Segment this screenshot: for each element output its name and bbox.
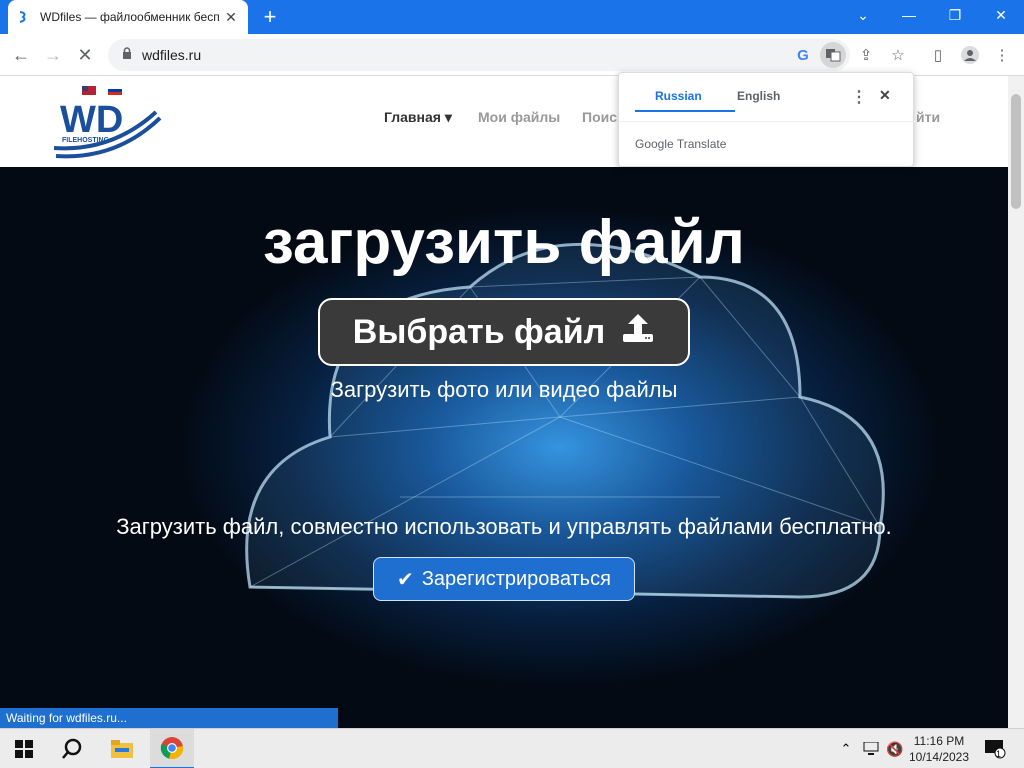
restore-button[interactable]: ❐ [932,0,978,30]
register-button[interactable]: ✔ Зарегистрироваться [373,557,635,601]
clock-time: 11:16 PM [913,734,965,748]
volume-muted-icon[interactable]: 🔇 [884,729,906,768]
notification-count: 1 [996,749,1002,759]
translate-icon[interactable] [820,42,846,68]
browser-toolbar: ← → ✕ wdfiles.ru G ⇪ ☆ ▯ ⋮ [0,34,1024,76]
hero-description: Загрузить файл, совместно использовать и… [116,514,892,539]
choose-file-button[interactable]: Выбрать файл [318,298,690,366]
system-clock[interactable]: 11:16 PM 10/14/2023 [904,733,974,765]
nav-my-files[interactable]: Мои файлы [478,109,560,125]
notification-icon[interactable]: 1 [980,729,1010,768]
translate-close-icon[interactable]: ✕ [879,87,891,104]
upload-icon [621,312,655,353]
translate-brand: Google Translate [635,137,727,151]
translate-options-icon[interactable]: ⋮ [851,87,867,107]
google-icon[interactable]: G [790,42,816,68]
nav-login[interactable]: йти [916,109,940,125]
status-bar: Waiting for wdfiles.ru... [0,708,338,728]
site-logo[interactable]: WD FILEHOSTING [52,82,164,164]
translate-popup: Russian English ⋮ ✕ Google Translate [618,72,915,167]
lock-icon [122,46,132,64]
svg-text:WD: WD [60,99,123,141]
profile-avatar-icon[interactable] [957,42,983,68]
share-icon[interactable]: ⇪ [853,42,879,68]
address-bar[interactable]: wdfiles.ru [108,39,850,71]
page-content: WD FILEHOSTING Главная ▾ Мои файлы Поиск… [0,76,1008,728]
site-favicon-icon [16,9,32,25]
back-button[interactable]: ← [6,40,36,70]
hero-section: загрузить файл Выбрать файл Загрузить фо… [0,167,1008,728]
translate-lang-target[interactable]: English [737,89,780,103]
title-bar: WDfiles — файлообменник бесплатный ✕ + ⌄… [0,0,1024,34]
tab-close-icon[interactable]: ✕ [222,8,240,26]
search-icon[interactable] [54,729,90,768]
menu-icon[interactable]: ⋮ [989,42,1015,68]
new-tab-button[interactable]: + [256,4,284,30]
checkmark-icon: ✔ [397,568,414,591]
bookmark-star-icon[interactable]: ☆ [885,42,911,68]
show-hidden-icons-icon[interactable]: ⌃ [836,729,856,768]
flag-ru-icon[interactable] [108,86,122,89]
translate-lang-source[interactable]: Russian [655,89,702,103]
page-scrollbar[interactable] [1008,76,1024,728]
tab-title: WDfiles — файлообменник бесплатный [40,10,220,24]
hero-title: загрузить файл [263,208,745,277]
windows-taskbar: ⌃ 🔇 11:16 PM 10/14/2023 1 [0,728,1024,768]
file-explorer-icon[interactable] [104,729,140,768]
browser-tab[interactable]: WDfiles — файлообменник бесплатный ✕ [8,0,248,34]
nav-home[interactable]: Главная ▾ [384,109,452,126]
clock-date: 10/14/2023 [908,750,970,764]
minimize-button[interactable]: — [886,0,932,30]
forward-button[interactable]: → [38,40,68,70]
stop-loading-icon[interactable]: ✕ [70,40,100,70]
windows-start-icon[interactable] [6,729,42,768]
tab-search-icon[interactable]: ⌄ [840,0,886,30]
chrome-taskbar-icon[interactable] [150,729,194,768]
hero-subtitle: Загрузить фото или видео файлы [330,377,678,402]
side-panel-icon[interactable]: ▯ [925,42,951,68]
url-text: wdfiles.ru [142,47,202,63]
close-window-button[interactable]: ✕ [978,0,1024,30]
network-icon[interactable] [860,729,882,768]
